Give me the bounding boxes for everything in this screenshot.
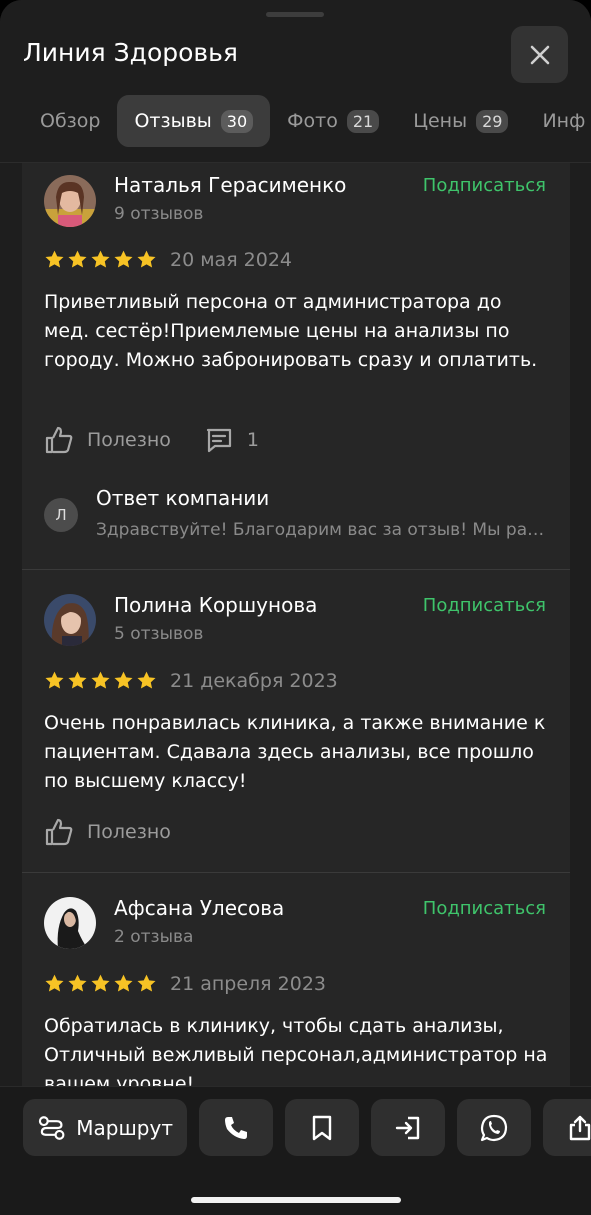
avatar[interactable] — [44, 897, 96, 949]
useful-label: Полезно — [87, 821, 171, 843]
tab-label: Цены — [413, 110, 468, 132]
review-card: Афсана Улесова 2 отзыва Подписаться 21 а… — [22, 872, 570, 1095]
review-author[interactable]: Наталья Герасименко — [114, 173, 346, 197]
share-button[interactable] — [543, 1099, 591, 1156]
author-reviews-count: 2 отзыва — [114, 927, 194, 947]
tab-label: Фото — [287, 110, 338, 132]
company-avatar: Л — [44, 498, 78, 532]
useful-label: Полезно — [87, 429, 171, 451]
close-icon — [530, 45, 549, 64]
action-bar: Маршрут — [0, 1086, 591, 1215]
review-author[interactable]: Афсана Улесова — [114, 896, 284, 920]
whatsapp-button[interactable] — [457, 1099, 531, 1156]
review-card: Наталья Герасименко 9 отзывов Подписатьс… — [22, 163, 570, 569]
tab-photos[interactable]: Фото 21 — [270, 95, 396, 147]
star-icon — [137, 974, 156, 992]
company-reply[interactable]: Л Ответ компании Здравствуйте! Благодари… — [44, 486, 549, 556]
comments-button[interactable]: 1 — [205, 426, 259, 454]
bookmark-button[interactable] — [285, 1099, 359, 1156]
tab-count-badge: 21 — [346, 109, 380, 133]
close-button[interactable] — [511, 26, 568, 83]
home-indicator — [191, 1197, 401, 1203]
tab-overview[interactable]: Обзор — [23, 95, 117, 147]
review-text: Приветливый персона от администратора до… — [44, 291, 538, 371]
thumbs-up-icon — [45, 818, 73, 846]
route-icon — [38, 1115, 65, 1140]
review-date: 20 мая 2024 — [170, 249, 293, 271]
rating-stars — [44, 249, 157, 270]
review-actions: Полезно — [44, 814, 171, 850]
route-label: Маршрут — [76, 1115, 173, 1140]
reply-text: Здравствуйте! Благодарим вас за отзыв! М… — [96, 520, 549, 540]
star-icon — [137, 250, 156, 268]
star-icon — [45, 250, 64, 268]
comment-icon — [206, 428, 232, 453]
star-icon — [137, 671, 156, 689]
review-card: Полина Коршунова 5 отзывов Подписаться 2… — [22, 569, 570, 872]
sheet-grabber[interactable] — [266, 12, 324, 17]
page-title: Линия Здоровья — [23, 38, 238, 67]
reviews-list[interactable]: Наталья Герасименко 9 отзывов Подписатьс… — [22, 163, 570, 1095]
rating-stars — [44, 973, 157, 994]
subscribe-button[interactable]: Подписаться — [423, 175, 546, 196]
star-icon — [68, 250, 87, 268]
tab-prices[interactable]: Цены 29 — [396, 95, 525, 147]
call-button[interactable] — [199, 1099, 273, 1156]
tab-bar: Обзор Отзывы 30 Фото 21 Цены 29 Инф — [23, 95, 591, 147]
subscribe-button[interactable]: Подписаться — [423, 595, 546, 616]
star-icon — [114, 974, 133, 992]
subscribe-button[interactable]: Подписаться — [423, 898, 546, 919]
whatsapp-icon — [480, 1114, 508, 1141]
review-text: Очень понравилась клиника, а также внима… — [44, 712, 546, 792]
useful-button[interactable]: Полезно — [44, 817, 171, 847]
star-icon — [68, 974, 87, 992]
place-sheet: Линия Здоровья Обзор Отзывы 30 Фото 21 Цен… — [0, 0, 591, 1215]
star-icon — [91, 671, 110, 689]
phone-icon — [225, 1116, 247, 1139]
rating-stars — [44, 670, 157, 691]
star-icon — [114, 250, 133, 268]
author-reviews-count: 9 отзывов — [114, 204, 204, 224]
enter-button[interactable] — [371, 1099, 445, 1156]
reply-title: Ответ компании — [96, 486, 270, 510]
thumbs-up-icon — [45, 426, 73, 454]
review-date: 21 апреля 2023 — [170, 973, 326, 995]
login-icon — [395, 1116, 420, 1139]
tab-label: Обзор — [40, 110, 101, 132]
tab-count-badge: 29 — [476, 109, 509, 133]
tab-reviews[interactable]: Отзывы 30 — [117, 95, 271, 147]
star-icon — [45, 671, 64, 689]
avatar[interactable] — [44, 175, 96, 227]
review-date: 21 декабря 2023 — [170, 670, 338, 692]
review-author[interactable]: Полина Коршунова — [114, 593, 317, 617]
tab-count-badge: 30 — [220, 109, 254, 133]
bookmark-icon — [312, 1115, 332, 1140]
review-actions: Полезно 1 — [44, 422, 259, 458]
sheet-header: Линия Здоровья Обзор Отзывы 30 Фото 21 Цен… — [0, 0, 591, 163]
useful-button[interactable]: Полезно — [44, 425, 171, 455]
tab-info[interactable]: Инф — [525, 95, 591, 147]
star-icon — [45, 974, 64, 992]
comments-count: 1 — [246, 429, 259, 451]
avatar[interactable] — [44, 594, 96, 646]
star-icon — [68, 671, 87, 689]
star-icon — [91, 974, 110, 992]
star-icon — [114, 671, 133, 689]
star-icon — [91, 250, 110, 268]
route-button[interactable]: Маршрут — [23, 1099, 187, 1156]
share-icon — [569, 1115, 591, 1140]
tab-label: Инф — [542, 110, 586, 132]
author-reviews-count: 5 отзывов — [114, 624, 204, 644]
tab-label: Отзывы — [134, 110, 212, 132]
